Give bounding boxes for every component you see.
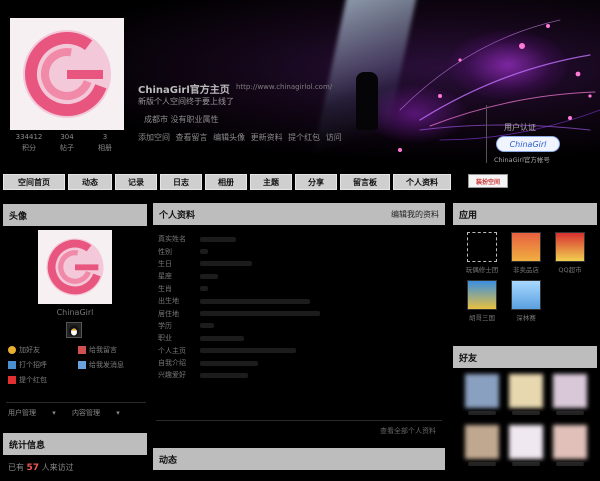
friend-avatar: [509, 374, 543, 408]
app-shop-icon: [511, 232, 541, 262]
app-doll-icon: [467, 232, 497, 262]
avatar-small[interactable]: [38, 230, 112, 304]
content-manage-dropdown[interactable]: 内容管理 ▾: [72, 409, 120, 417]
friend-avatar: [553, 425, 587, 459]
app-item[interactable]: 非卖品店: [504, 232, 548, 274]
friend-item[interactable]: [504, 374, 548, 415]
profile-row: 职业: [158, 332, 443, 344]
qq-penguin-icon[interactable]: [66, 322, 82, 338]
cert-label: 用户认证: [504, 123, 536, 132]
profile-stats: 334412 积分 304 帖子 3 相册: [10, 132, 124, 154]
friend-grid: [460, 374, 596, 466]
friend-item[interactable]: [460, 374, 504, 415]
profile-row: 性别: [158, 245, 443, 257]
tab-blog[interactable]: 日志: [160, 174, 202, 190]
tab-profile[interactable]: 个人资料: [393, 174, 451, 190]
profile-row: 个人主页: [158, 345, 443, 357]
profile-row: 学历: [158, 320, 443, 332]
apps-panel-title: 应用: [453, 203, 597, 225]
feed-panel-title: 动态: [153, 448, 445, 470]
add-friend-link[interactable]: 加好友: [8, 345, 78, 355]
tab-album[interactable]: 相册: [205, 174, 247, 190]
profile-fields: 真实姓名 性别 生日 星座 生肖 出生地 居住地 学历 职业 个人主页 自我介绍…: [158, 233, 443, 382]
manage-menus: 用户管理 ▾ 内容管理 ▾: [8, 408, 134, 418]
tab-threads[interactable]: 主题: [250, 174, 292, 190]
profile-row: 生肖: [158, 283, 443, 295]
app-item[interactable]: 胡哥三国: [460, 280, 504, 322]
red-packet-link[interactable]: 提个红包: [8, 375, 78, 385]
profile-row: 居住地: [158, 307, 443, 319]
message-icon: [78, 346, 86, 354]
profile-row: 自我介绍: [158, 357, 443, 369]
tab-feed[interactable]: 动态: [68, 174, 112, 190]
profile-panel-title: 个人资料 编辑我的资料: [153, 203, 445, 225]
user-manage-dropdown[interactable]: 用户管理 ▾: [8, 409, 56, 417]
red-packet-icon: [8, 376, 16, 384]
app-item[interactable]: QQ超市: [548, 232, 592, 274]
friend-item[interactable]: [504, 425, 548, 466]
friend-item[interactable]: [548, 374, 592, 415]
app-item[interactable]: 深林赛: [504, 280, 548, 322]
profile-header: 334412 积分 304 帖子 3 相册 ChinaGirl官方主页 http://…: [0, 0, 600, 170]
friend-avatar: [509, 425, 543, 459]
profile-row: 生日: [158, 258, 443, 270]
app-grid: 玩偶修士团 非卖品店 QQ超市 胡哥三国 深林赛: [460, 232, 596, 322]
add-friend-icon: [8, 346, 16, 354]
cert-badge[interactable]: ChinaGirl: [496, 136, 560, 152]
site-url[interactable]: http://www.chinagirlol.com/: [236, 83, 332, 91]
envelope-icon: [78, 361, 86, 369]
profile-row: 兴趣爱好: [158, 369, 443, 381]
cert-account: ChinaGirl官方帐号: [494, 156, 550, 164]
profile-row: 真实姓名: [158, 233, 443, 245]
stat-points[interactable]: 334412 积分: [10, 132, 48, 154]
greet-icon: [8, 361, 16, 369]
stat-posts[interactable]: 304 帖子: [48, 132, 86, 154]
chinagirl-logo-icon: [23, 30, 111, 118]
header-quick-links[interactable]: 添加空间 查看留言 编辑头像 更新资料 提个红包 访问: [138, 132, 342, 143]
app-three-kingdoms-icon: [467, 280, 497, 310]
edit-profile-link[interactable]: 编辑我的资料: [391, 209, 439, 220]
profile-row: 星座: [158, 270, 443, 282]
decorate-space-button[interactable]: 装扮空间: [468, 174, 508, 188]
site-tagline: 新版个人空间终于要上线了: [138, 97, 234, 106]
friend-avatar: [553, 374, 587, 408]
stats-panel-title: 统计信息: [3, 433, 147, 455]
tab-records[interactable]: 记录: [115, 174, 157, 190]
profile-avatar[interactable]: [10, 18, 124, 130]
performer-silhouette: [356, 72, 378, 130]
friend-avatar: [465, 425, 499, 459]
profile-row: 出生地: [158, 295, 443, 307]
send-message-link[interactable]: 给我发消息: [78, 360, 148, 370]
stat-albums[interactable]: 3 相册: [86, 132, 124, 154]
friends-panel-title: 好友: [453, 346, 597, 368]
nickname: ChinaGirl: [56, 308, 94, 317]
see-all-profile-link[interactable]: 查看全部个人资料: [380, 426, 436, 436]
tab-home[interactable]: 空间首页: [3, 174, 65, 190]
visit-count: 已有 57 人来访过: [8, 463, 74, 473]
friend-item[interactable]: [548, 425, 592, 466]
app-forest-icon: [511, 280, 541, 310]
greet-link[interactable]: 打个招呼: [8, 360, 78, 370]
site-location: 成都市 没有职业属性: [144, 115, 219, 124]
app-supermarket-icon: [555, 232, 585, 262]
site-title: ChinaGirl官方主页: [138, 85, 230, 96]
app-item[interactable]: 玩偶修士团: [460, 232, 504, 274]
leave-message-link[interactable]: 给我留言: [78, 345, 148, 355]
avatar-panel-title: 头像: [3, 204, 147, 226]
tab-share[interactable]: 分享: [295, 174, 337, 190]
friend-item[interactable]: [460, 425, 504, 466]
profile-actions: 加好友 给我留言 打个招呼 给我发消息 提个红包: [8, 345, 148, 385]
tab-guestbook[interactable]: 留言板: [340, 174, 390, 190]
chinagirl-logo-icon: [46, 238, 104, 296]
friend-avatar: [465, 374, 499, 408]
